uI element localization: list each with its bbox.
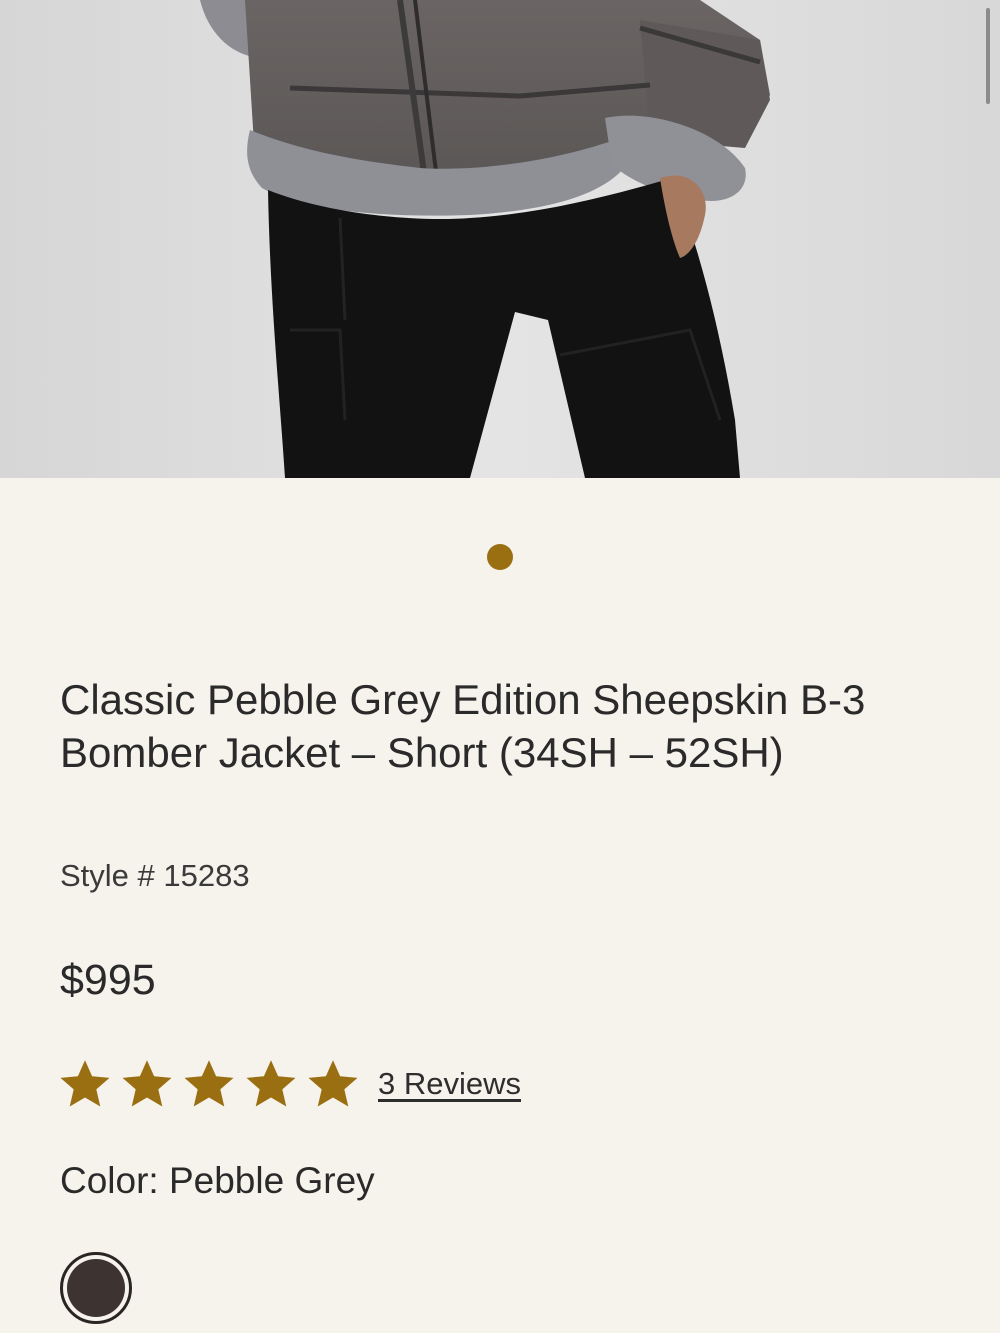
product-image[interactable]: [0, 0, 1000, 478]
star-icon: [184, 1060, 234, 1107]
image-pagination: [0, 544, 1000, 570]
product-photo: [0, 0, 1000, 478]
product-price: $995: [60, 956, 156, 1004]
color-swatch-pebble-grey[interactable]: [60, 1252, 132, 1324]
star-icon: [60, 1060, 110, 1107]
pagination-dot-active[interactable]: [487, 544, 513, 570]
product-rating: 3 Reviews: [56, 1056, 521, 1112]
star-icon: [122, 1060, 172, 1107]
rating-stars: [56, 1056, 366, 1112]
reviews-link[interactable]: 3 Reviews: [378, 1066, 521, 1102]
swatch-fill: [67, 1259, 125, 1317]
star-icon: [246, 1060, 296, 1107]
color-label: Color: Pebble Grey: [60, 1160, 375, 1201]
scrollbar-thumb[interactable]: [986, 8, 990, 104]
star-icon: [308, 1060, 358, 1107]
style-number: Style # 15283: [60, 858, 250, 893]
product-title: Classic Pebble Grey Edition Sheepskin B-…: [60, 676, 866, 776]
